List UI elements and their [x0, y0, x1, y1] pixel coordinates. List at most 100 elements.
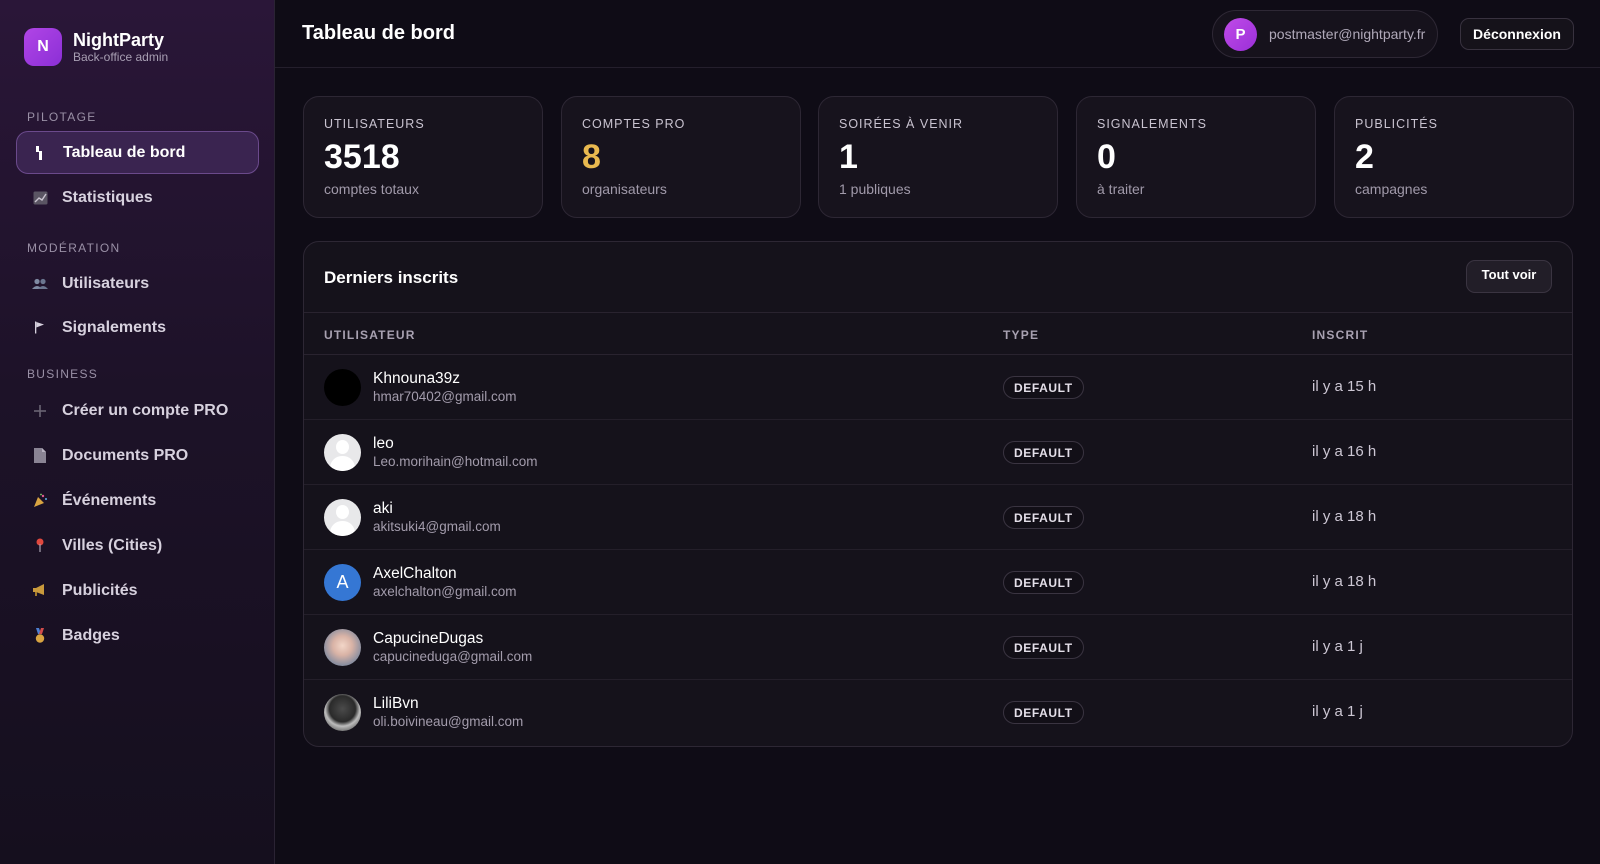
sidebar-item-label: Utilisateurs — [62, 274, 150, 292]
user-email: postmaster@nightparty.fr — [1269, 26, 1426, 42]
type-badge: DEFAULT — [1003, 636, 1084, 659]
user-email: capucineduga@gmail.com — [373, 649, 533, 664]
user-name: AxelChalton — [373, 565, 457, 582]
user-name: LiliBvn — [373, 695, 419, 712]
sidebar-item-label: Documents PRO — [62, 446, 189, 464]
table-row[interactable]: CapucineDugas capucineduga@gmail.com DEF… — [304, 615, 1572, 680]
user-avatar: P — [1224, 17, 1257, 51]
sidebar-item-villes[interactable]: Villes (Cities) — [16, 524, 259, 567]
table-row[interactable]: leo Leo.morihain@hotmail.com DEFAULT il … — [304, 420, 1572, 485]
sidebar-item-label: Villes (Cities) — [62, 536, 163, 554]
stat-card-reports: SIGNALEMENTS 0 à traiter — [1076, 96, 1316, 218]
joined-time: il y a 16 h — [1312, 443, 1377, 460]
sidebar-item-documents-pro[interactable]: Documents PRO — [16, 434, 259, 477]
user-email: akitsuki4@gmail.com — [373, 519, 501, 534]
sidebar-item-label: Signalements — [62, 318, 167, 336]
sidebar-item-label: Publicités — [62, 581, 138, 599]
stat-value: 0 — [1097, 138, 1116, 176]
flag-icon — [32, 320, 48, 336]
section-label-business: BUSINESS — [27, 367, 99, 381]
user-email: axelchalton@gmail.com — [373, 584, 517, 599]
stat-sub: campagnes — [1355, 181, 1428, 197]
sidebar-item-signalements[interactable]: Signalements — [16, 306, 259, 349]
user-name: Khnouna39z — [373, 370, 461, 387]
stat-card-pro-accounts: COMPTES PRO 8 organisateurs — [561, 96, 801, 218]
sidebar-item-dashboard[interactable]: Tableau de bord — [16, 131, 259, 174]
user-email: hmar70402@gmail.com — [373, 389, 517, 404]
joined-time: il y a 18 h — [1312, 508, 1377, 525]
brand[interactable]: N NightParty Back-office admin — [24, 28, 168, 66]
column-header-type: TYPE — [1003, 328, 1040, 342]
users-icon — [32, 276, 48, 292]
stat-value: 3518 — [324, 138, 400, 176]
sidebar-item-label: Tableau de bord — [63, 143, 186, 161]
page-title: Tableau de bord — [302, 22, 455, 44]
sidebar-item-publicites[interactable]: Publicités — [16, 569, 259, 612]
joined-time: il y a 1 j — [1312, 703, 1363, 720]
sidebar-item-evenements[interactable]: Événements — [16, 479, 259, 522]
stat-sub: comptes totaux — [324, 181, 419, 197]
sidebar-item-utilisateurs[interactable]: Utilisateurs — [16, 262, 259, 305]
type-badge: DEFAULT — [1003, 701, 1084, 724]
sidebar-item-label: Événements — [62, 491, 157, 509]
avatar — [324, 694, 361, 731]
user-name: leo — [373, 435, 394, 452]
stat-sub: 1 publiques — [839, 181, 911, 197]
avatar — [324, 434, 361, 471]
party-icon — [32, 493, 48, 509]
sidebar-item-create-pro[interactable]: Créer un compte PRO — [16, 389, 259, 432]
stat-value: 8 — [582, 138, 601, 176]
table-row[interactable]: Khnouna39z hmar70402@gmail.com DEFAULT i… — [304, 355, 1572, 420]
stat-label: UTILISATEURS — [324, 117, 425, 131]
stat-label: SIGNALEMENTS — [1097, 117, 1207, 131]
stat-card-ads: PUBLICITÉS 2 campagnes — [1334, 96, 1574, 218]
column-header-user: UTILISATEUR — [324, 328, 416, 342]
joined-time: il y a 18 h — [1312, 573, 1377, 590]
logout-button[interactable]: Déconnexion — [1460, 18, 1574, 50]
sidebar-item-label: Créer un compte PRO — [62, 401, 229, 419]
brand-subtitle: Back-office admin — [73, 50, 169, 64]
table-row[interactable]: A AxelChalton axelchalton@gmail.com DEFA… — [304, 550, 1572, 615]
user-name: aki — [373, 500, 393, 517]
plus-icon — [32, 403, 48, 419]
sidebar-item-badges[interactable]: Badges — [16, 614, 259, 657]
section-label-moderation: MODÉRATION — [27, 241, 121, 255]
stat-label: SOIRÉES À VENIR — [839, 117, 964, 131]
user-email: oli.boivineau@gmail.com — [373, 714, 524, 729]
sidebar-item-label: Statistiques — [62, 188, 153, 206]
section-label-pilotage: PILOTAGE — [27, 110, 97, 124]
megaphone-icon — [32, 583, 48, 599]
avatar — [324, 629, 361, 666]
type-badge: DEFAULT — [1003, 506, 1084, 529]
table-header: UTILISATEUR TYPE INSCRIT — [304, 312, 1572, 355]
table-row[interactable]: LiliBvn oli.boivineau@gmail.com DEFAULT … — [304, 680, 1572, 745]
top-header: Tableau de bord P postmaster@nightparty.… — [275, 0, 1600, 68]
panel-title: Derniers inscrits — [324, 268, 459, 287]
medal-icon — [32, 627, 48, 644]
sidebar: N NightParty Back-office admin PILOTAGE … — [0, 0, 275, 864]
avatar: A — [324, 564, 361, 601]
stat-value: 1 — [839, 138, 858, 176]
see-all-button[interactable]: Tout voir — [1466, 260, 1552, 293]
joined-time: il y a 1 j — [1312, 638, 1363, 655]
user-chip[interactable]: P postmaster@nightparty.fr — [1212, 10, 1438, 58]
table-row[interactable]: aki akitsuki4@gmail.com DEFAULT il y a 1… — [304, 485, 1572, 550]
user-email: Leo.morihain@hotmail.com — [373, 454, 538, 469]
type-badge: DEFAULT — [1003, 571, 1084, 594]
joined-time: il y a 15 h — [1312, 378, 1377, 395]
stat-sub: à traiter — [1097, 181, 1145, 197]
stat-value: 2 — [1355, 138, 1374, 176]
stat-sub: organisateurs — [582, 181, 667, 197]
stat-label: PUBLICITÉS — [1355, 117, 1438, 131]
stat-card-upcoming-parties: SOIRÉES À VENIR 1 1 publiques — [818, 96, 1058, 218]
stat-label: COMPTES PRO — [582, 117, 686, 131]
document-icon — [32, 448, 48, 464]
brand-logo: N — [24, 28, 62, 66]
dashboard-icon — [33, 145, 49, 161]
brand-name: NightParty — [73, 30, 165, 50]
sidebar-item-statistiques[interactable]: Statistiques — [16, 176, 259, 219]
stat-card-users: UTILISATEURS 3518 comptes totaux — [303, 96, 543, 218]
type-badge: DEFAULT — [1003, 441, 1084, 464]
user-name: CapucineDugas — [373, 630, 484, 647]
sidebar-item-label: Badges — [62, 626, 120, 644]
